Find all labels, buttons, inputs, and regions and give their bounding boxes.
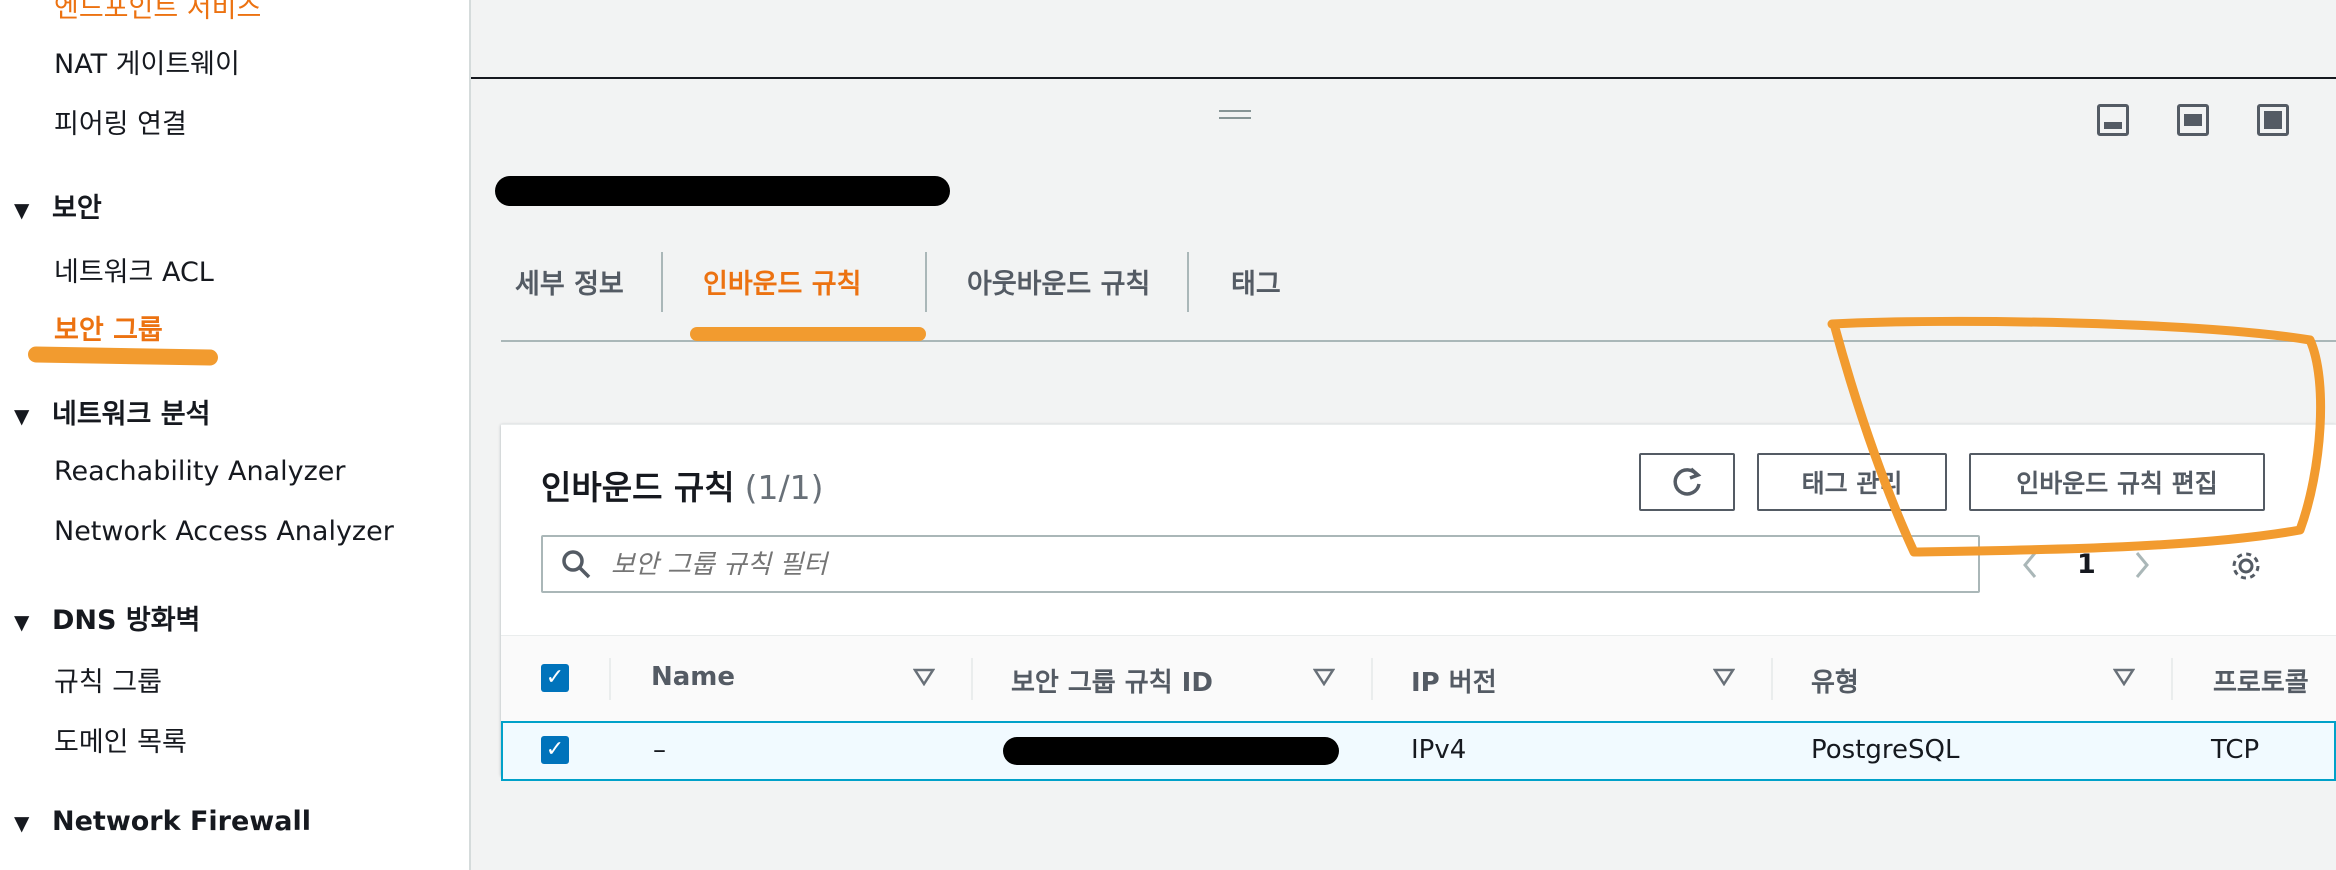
sidebar-item-rule-groups[interactable]: 규칙 그룹 [54,660,162,699]
select-all-checkbox[interactable]: ✓ [541,664,569,692]
section-title: DNS 방화벽 [52,605,201,636]
inbound-rules-card: 인바운드 규칙(1/1) 태그 관리 인바운드 규칙 편집 1 [501,424,2336,781]
sort-icon[interactable] [913,668,935,686]
sidebar-item-reachability-analyzer[interactable]: Reachability Analyzer [54,456,346,487]
sidebar-item-endpoint-services[interactable]: 엔드포인트 서비스 [54,0,261,25]
tab-divider [661,252,663,312]
column-separator [2171,658,2173,700]
column-header-type[interactable]: 유형 [1811,662,1859,699]
column-header-protocol[interactable]: 프로토콜 [2213,662,2336,699]
sidebar-item-peering[interactable]: 피어링 연결 [54,102,187,141]
tab-divider [925,252,927,312]
gear-icon[interactable] [2229,549,2263,583]
split-panel-divider [471,77,2336,79]
edit-inbound-rules-button[interactable]: 인바운드 규칙 편집 [1969,453,2265,511]
redacted-rule-id [1003,737,1339,765]
cell-protocol: TCP [2211,735,2260,765]
annotation-underline [27,346,219,366]
cell-type: PostgreSQL [1811,735,1960,765]
sidebar-section-security[interactable]: ▼ 보안 [14,186,102,225]
sort-icon[interactable] [1713,668,1735,686]
table-row[interactable]: ✓ – IPv4 PostgreSQL TCP [501,721,2336,781]
sort-icon[interactable] [1313,668,1335,686]
panel-full-icon[interactable] [2257,104,2289,136]
card-title: 인바운드 규칙 (1/1) [541,461,824,509]
row-checkbox[interactable]: ✓ [541,736,569,764]
sidebar-item-network-acl[interactable]: 네트워크 ACL [54,250,214,289]
column-separator [609,658,611,700]
sidebar-section-dns-firewall[interactable]: ▼ DNS 방화벽 [14,598,200,637]
page-number[interactable]: 1 [2077,549,2096,580]
sidebar-section-network-analysis[interactable]: ▼ 네트워크 분석 [14,392,210,431]
cell-name: – [653,735,666,765]
chevron-left-icon[interactable] [2021,551,2039,579]
caret-down-icon: ▼ [14,404,30,428]
column-separator [971,658,973,700]
column-header-name[interactable]: Name [651,662,735,692]
tab-divider [1187,252,1189,312]
panel-bottom-icon[interactable] [2097,104,2129,136]
sidebar: 엔드포인트 서비스 NAT 게이트웨이 피어링 연결 ▼ 보안 네트워크 ACL … [0,0,471,870]
sidebar-section-network-firewall[interactable]: ▼ Network Firewall [14,806,311,837]
sort-icon[interactable] [2113,668,2135,686]
column-separator [1371,658,1373,700]
tab-inbound-rules[interactable]: 인바운드 규칙 [703,262,861,301]
caret-down-icon: ▼ [14,811,30,835]
tab-details[interactable]: 세부 정보 [515,262,624,301]
rule-count: (1/1) [744,468,824,507]
main-content: 세부 정보 인바운드 규칙 아웃바운드 규칙 태그 인바운드 규칙 (1/1) 태… [471,0,2336,870]
search-field [541,535,1980,593]
cell-ip-version: IPv4 [1411,735,1467,765]
manage-tags-button[interactable]: 태그 관리 [1757,453,1947,511]
chevron-right-icon[interactable] [2133,551,2151,579]
column-separator [1771,658,1773,700]
sidebar-item-domain-lists[interactable]: 도메인 목록 [54,720,187,759]
section-title: 보안 [52,193,102,224]
tab-outbound-rules[interactable]: 아웃바운드 규칙 [967,262,1150,301]
refresh-icon [1673,467,1702,496]
card-title-text: 인바운드 규칙 [541,468,735,507]
caret-down-icon: ▼ [14,610,30,634]
tab-tags[interactable]: 태그 [1231,262,1281,301]
annotation-tab-underline [690,327,926,341]
search-input[interactable] [609,545,1953,585]
column-header-rule-id[interactable]: 보안 그룹 규칙 ID [1011,662,1213,699]
section-title: 네트워크 분석 [52,399,211,430]
table-header: ✓ Name 보안 그룹 규칙 ID IP 버전 유형 프로토콜 [501,635,2336,723]
caret-down-icon: ▼ [14,198,30,222]
panel-middle-icon[interactable] [2177,104,2209,136]
sidebar-item-nat-gateway[interactable]: NAT 게이트웨이 [54,42,240,81]
section-title: Network Firewall [52,806,311,837]
column-header-ip-version[interactable]: IP 버전 [1411,662,1497,699]
sidebar-item-network-access-analyzer[interactable]: Network Access Analyzer [54,516,394,547]
search-icon [562,550,591,579]
refresh-button[interactable] [1639,453,1735,511]
resize-handle-icon[interactable] [1219,110,1251,122]
redacted-security-group-id [495,176,950,206]
sidebar-item-security-groups[interactable]: 보안 그룹 [54,308,163,347]
